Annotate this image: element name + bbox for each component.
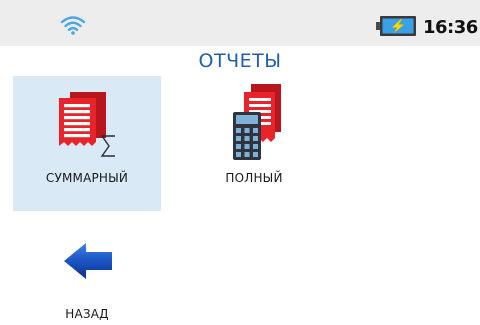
status-bar: 16:36 (0, 0, 480, 46)
full-report-button[interactable]: ПОЛНЫЙ (180, 76, 328, 211)
battery-charging-icon (376, 16, 416, 36)
page-title: ОТЧЕТЫ (198, 50, 282, 72)
wifi-icon (60, 16, 86, 35)
clock: 16:36 (423, 17, 478, 38)
back-arrow-icon (64, 243, 112, 279)
back-label: НАЗАД (65, 307, 109, 321)
receipt-sum-icon (59, 92, 115, 157)
summary-label: СУММАРНЫЙ (45, 171, 129, 185)
receipt-calculator-icon (233, 84, 281, 160)
full-label: ПОЛНЫЙ (225, 171, 283, 185)
back-button[interactable]: НАЗАД (13, 215, 161, 325)
reports-screen: 16:36 ОТЧЕТЫ СУММАРНЫЙ ПОЛНЫЙ НАЗАД (0, 0, 480, 325)
summary-report-button[interactable]: СУММАРНЫЙ (13, 76, 161, 211)
